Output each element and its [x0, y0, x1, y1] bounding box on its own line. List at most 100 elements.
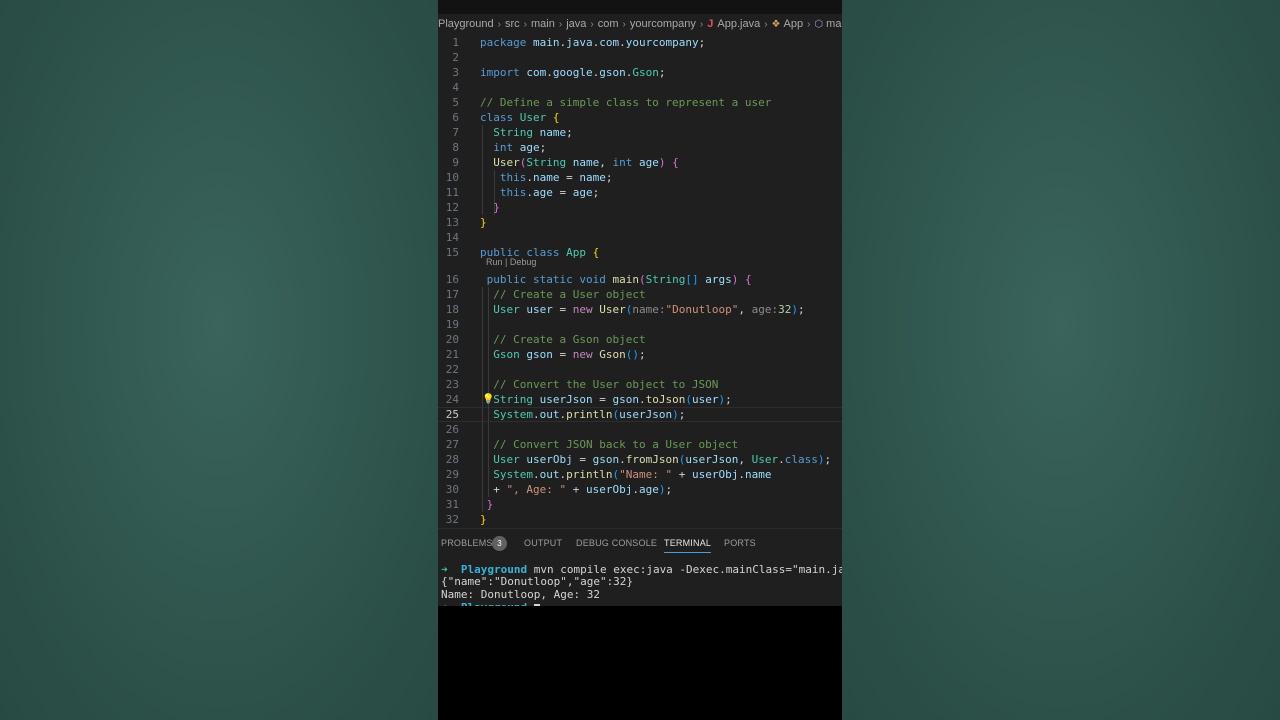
- code-line[interactable]: 22: [438, 362, 842, 377]
- tab-problems[interactable]: PROBLEMS: [441, 538, 493, 548]
- code-token: {: [552, 111, 560, 124]
- code-line[interactable]: 25 System.out.println(userJson);: [438, 407, 842, 422]
- code-token: Gson: [599, 348, 626, 361]
- code-line[interactable]: 14: [438, 230, 842, 245]
- code-line[interactable]: 15 public class App {: [438, 245, 842, 260]
- java-file-icon: J: [707, 18, 714, 30]
- breadcrumb-item-com[interactable]: com: [598, 18, 619, 30]
- code-token: ;: [658, 66, 666, 79]
- code-token: out: [539, 408, 560, 421]
- breadcrumb-item-src[interactable]: src: [505, 18, 520, 30]
- code-line[interactable]: 21 Gson gson = new Gson();: [438, 347, 842, 362]
- tab-ports[interactable]: PORTS: [724, 538, 756, 548]
- code-line[interactable]: 18 User user = new User(name:"Donutloop"…: [438, 302, 842, 317]
- code-token: System: [493, 468, 533, 481]
- line-number: 4: [452, 81, 459, 94]
- breadcrumb-item-yourcompany[interactable]: yourcompany: [630, 18, 696, 30]
- code-line[interactable]: 29 System.out.println("Name: " + userObj…: [438, 467, 842, 482]
- tab-output[interactable]: OUTPUT: [524, 538, 562, 548]
- breadcrumb-item-java[interactable]: java: [566, 18, 586, 30]
- code-token: gson: [599, 66, 626, 79]
- code-token: java: [566, 36, 593, 49]
- code-line[interactable]: 32}: [438, 512, 842, 527]
- code-line[interactable]: 5 // Define a simple class to represent a…: [438, 95, 842, 110]
- code-line[interactable]: 9 User(String name, int age) {: [438, 155, 842, 170]
- breadcrumb-item-app[interactable]: App: [784, 18, 804, 30]
- code-token: // Create a User object: [493, 288, 646, 301]
- line-number: 27: [445, 438, 459, 451]
- code-line[interactable]: 28 User userObj = gson.fromJson(userJson…: [438, 452, 842, 467]
- code-line[interactable]: 7 String name;: [438, 125, 842, 140]
- code-token: int: [612, 156, 633, 169]
- code-line[interactable]: 11 this.age = age;: [438, 185, 842, 200]
- code-line[interactable]: 19: [438, 317, 842, 332]
- code-token: {: [745, 273, 752, 286]
- code-token: }: [493, 201, 500, 214]
- code-editor[interactable]: Run | Debug 1 package main.java.com.yourc…: [438, 34, 842, 528]
- code-token: this: [499, 171, 527, 184]
- code-line[interactable]: 26: [438, 422, 842, 437]
- code-text: this.age = age;: [480, 185, 599, 200]
- code-line[interactable]: 4: [438, 80, 842, 95]
- code-line[interactable]: 30 + ", Age: " + userObj.age);: [438, 482, 842, 497]
- code-line[interactable]: 17 // Create a User object: [438, 287, 842, 302]
- code-line[interactable]: 6 class User {: [438, 110, 842, 125]
- code-line[interactable]: 3 import com.google.gson.Gson;: [438, 65, 842, 80]
- code-token: gson: [526, 348, 553, 361]
- code-line[interactable]: 1 package main.java.com.yourcompany;: [438, 35, 842, 50]
- terminal-cwd: Playground: [461, 601, 527, 606]
- terminal[interactable]: ➜ Playground mvn compile exec:java -Dexe…: [438, 556, 842, 606]
- code-line[interactable]: 24 💡 String userJson = gson.toJson(user);: [438, 392, 842, 407]
- code-line[interactable]: 23 // Convert the User object to JSON: [438, 377, 842, 392]
- breadcrumb-item-main-method[interactable]: ma: [826, 18, 841, 30]
- tab-terminal[interactable]: TERMINAL: [664, 538, 712, 553]
- code-token: age:: [751, 303, 779, 316]
- chevron-right-icon: ›: [699, 18, 704, 30]
- chevron-right-icon: ›: [764, 18, 768, 30]
- code-token: ;: [566, 126, 573, 139]
- code-line[interactable]: 2: [438, 50, 842, 65]
- code-line[interactable]: 13}: [438, 215, 842, 230]
- chevron-right-icon: ›: [622, 18, 626, 30]
- line-number: 15: [445, 246, 459, 259]
- code-token: .: [533, 468, 540, 481]
- tab-debug-console[interactable]: DEBUG CONSOLE: [576, 538, 657, 548]
- code-token: .: [526, 186, 533, 199]
- code-token: gson: [612, 393, 639, 406]
- code-token: age: [572, 186, 593, 199]
- chevron-right-icon: ›: [558, 18, 563, 30]
- prompt-arrow-icon: ➜: [441, 601, 448, 606]
- breadcrumb-item-main[interactable]: main: [531, 18, 555, 30]
- code-line[interactable]: 27 // Convert JSON back to a User object: [438, 437, 842, 452]
- code-line[interactable]: 16 public static void main(String[] args…: [438, 272, 842, 287]
- code-line[interactable]: 12 }: [438, 200, 842, 215]
- code-token: User: [493, 453, 520, 466]
- breadcrumb-item-playground[interactable]: Playground: [438, 18, 494, 30]
- code-line[interactable]: 8 int age;: [438, 140, 842, 155]
- code-token: user: [526, 303, 553, 316]
- indent-guide: [488, 362, 489, 377]
- code-text: public class App {: [480, 245, 599, 260]
- code-token: out: [539, 468, 560, 481]
- code-token: int: [493, 141, 514, 154]
- code-token: Gson: [493, 348, 520, 361]
- code-text: // Create a User object: [480, 287, 646, 302]
- code-token: .: [533, 408, 540, 421]
- code-line[interactable]: 10 this.name = name;: [438, 170, 842, 185]
- line-number: 5: [452, 96, 459, 109]
- breadcrumb-item-app-java[interactable]: App.java: [717, 18, 760, 30]
- code-token: gson: [592, 453, 620, 466]
- chevron-right-icon: ›: [523, 18, 528, 30]
- breadcrumb: Playground › src › main › java › com › y…: [438, 14, 842, 34]
- code-line[interactable]: 20 // Create a Gson object: [438, 332, 842, 347]
- code-line[interactable]: 31 }: [438, 497, 842, 512]
- code-token: {: [672, 156, 679, 169]
- code-token: fromJson: [625, 453, 679, 466]
- code-token: ): [791, 303, 798, 316]
